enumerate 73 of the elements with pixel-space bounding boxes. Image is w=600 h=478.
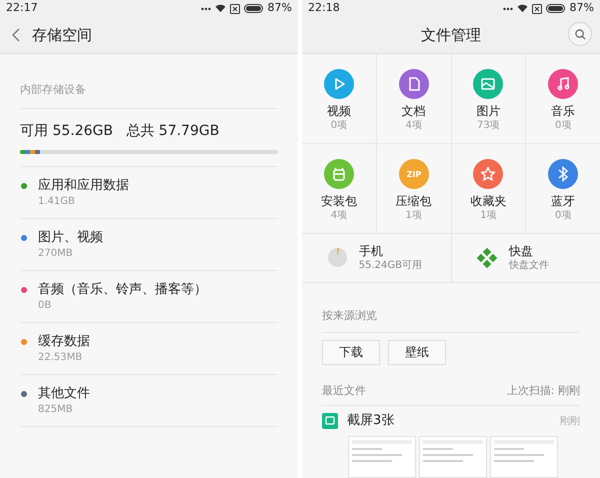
category-count: 1项 <box>480 209 497 223</box>
category-count: 4项 <box>405 119 422 133</box>
category-name: 其他文件 <box>38 385 90 403</box>
category-tile[interactable]: 蓝牙 0项 <box>526 144 600 233</box>
last-scan-time: 上次扫描: 刚刚 <box>506 382 580 398</box>
category-count: 0项 <box>554 119 572 133</box>
category-size: 825MB <box>38 403 74 417</box>
category-label: 文档 <box>402 103 426 119</box>
back-icon[interactable] <box>12 28 20 42</box>
recent-group-time: 刚刚 <box>560 414 580 428</box>
source-button[interactable]: 壁纸 <box>388 340 446 364</box>
storage-detail: 55.24GB可用 <box>358 258 423 273</box>
search-icon <box>574 28 586 40</box>
category-name: 音频（音乐、铃声、播客等） <box>38 281 207 299</box>
category-label: 安装包 <box>320 193 357 209</box>
category-tile[interactable]: 收藏夹 1项 <box>452 144 526 233</box>
status-time: 22:18 <box>308 0 340 16</box>
category-count: 4项 <box>330 209 348 223</box>
category-size: 270MB <box>38 247 74 261</box>
category-tile[interactable]: 安装包 4项 <box>302 144 376 233</box>
category-size: 1.41GB <box>38 195 76 209</box>
category-label: 压缩包 <box>396 193 432 209</box>
category-name: 图片、视频 <box>38 229 103 247</box>
section-label: 内部存储设备 <box>20 83 86 96</box>
storage-entry[interactable]: 快盘 快盘文件 <box>452 234 600 282</box>
category-label: 视频 <box>326 103 351 119</box>
storage-name: 手机 <box>358 242 384 259</box>
category-tile[interactable]: 视频 0项 <box>302 54 376 143</box>
screenshot-app-icon <box>322 413 338 429</box>
category-label: 图片 <box>476 103 500 119</box>
section-label: 按来源浏览 <box>322 308 377 322</box>
more-icon <box>502 6 513 10</box>
category-size: 0B <box>38 299 52 313</box>
storage-entry[interactable]: 手机 55.24GB可用 <box>302 234 452 282</box>
storage-summary: 可用 55.26GB 总共 57.79GB <box>20 122 220 141</box>
battery-icon <box>244 4 264 13</box>
recent-group-title: 截屏3张 <box>347 412 394 430</box>
pie-icon <box>328 248 347 268</box>
category-tile[interactable]: ZIP 压缩包 1项 <box>376 144 450 233</box>
page-title: 文件管理 <box>421 24 481 46</box>
category-tile[interactable]: 文档 4项 <box>376 54 450 143</box>
no-sim-icon <box>230 4 240 14</box>
category-label: 音乐 <box>551 103 576 119</box>
category-size: 22.53MB <box>38 351 84 365</box>
category-count: 0项 <box>330 119 348 133</box>
category-count: 1项 <box>405 209 422 223</box>
battery-percent: 87% <box>570 0 594 16</box>
screenshot-thumbnail[interactable] <box>419 436 487 478</box>
battery-percent: 87% <box>268 0 292 16</box>
storage-detail: 快盘文件 <box>508 258 550 273</box>
category-tile[interactable]: 图片 73项 <box>452 54 526 143</box>
wifi-icon <box>214 4 226 13</box>
screenshot-thumbnail[interactable] <box>348 436 416 478</box>
category-label: 蓝牙 <box>551 193 576 209</box>
category-tile[interactable]: 音乐 0项 <box>526 54 600 143</box>
category-count: 0项 <box>554 209 572 223</box>
no-sim-icon <box>532 4 542 14</box>
search-button[interactable] <box>568 22 592 46</box>
category-count: 73项 <box>477 119 500 133</box>
storage-name: 快盘 <box>508 242 534 259</box>
cloud-drive-icon <box>476 248 497 268</box>
category-label: 收藏夹 <box>470 193 506 209</box>
source-button[interactable]: 下载 <box>322 340 380 364</box>
screenshot-thumbnail[interactable] <box>490 436 558 478</box>
category-name: 缓存数据 <box>38 333 90 351</box>
section-label: 最近文件 <box>322 382 366 398</box>
wifi-icon <box>516 4 528 13</box>
more-icon <box>200 6 211 10</box>
zip-category-icon: ZIP <box>398 159 429 189</box>
battery-icon <box>546 4 566 13</box>
page-title: 存储空间 <box>32 24 92 46</box>
status-time: 22:17 <box>6 0 38 16</box>
category-name: 应用和应用数据 <box>38 177 129 195</box>
